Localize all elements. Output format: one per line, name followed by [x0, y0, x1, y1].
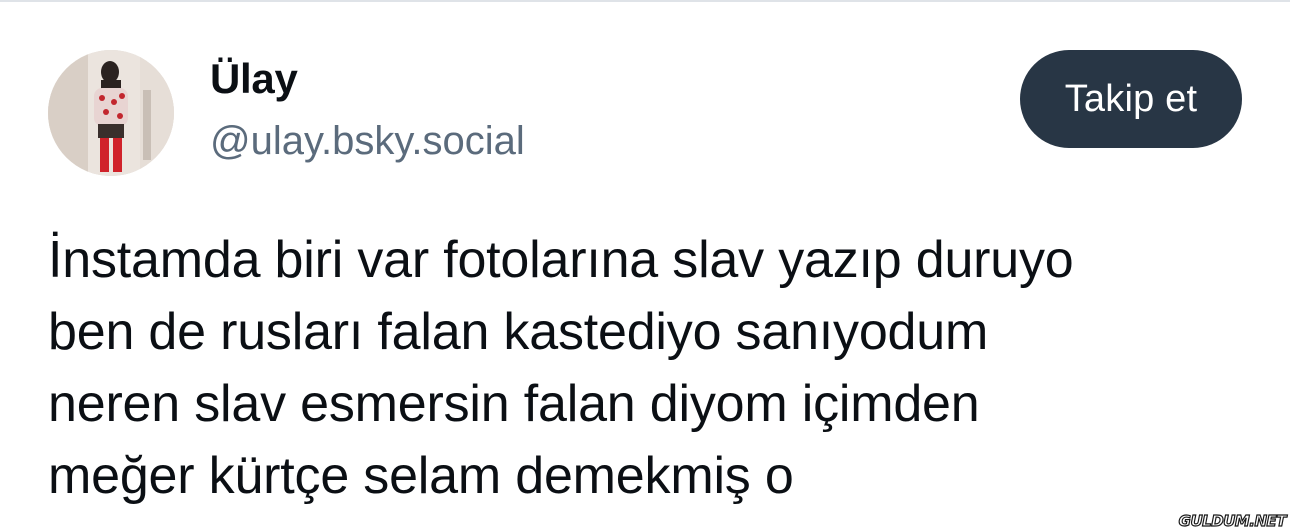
- avatar[interactable]: [48, 50, 174, 176]
- watermark: GULDUM.NET: [1178, 511, 1287, 530]
- post-line: meğer kürtçe selam demekmiş o: [48, 447, 794, 505]
- post-line: İnstamda biri var fotolarına slav yazıp …: [48, 231, 1074, 289]
- post-line: ben de rusları falan kastediyo sanıyodum: [48, 303, 989, 361]
- display-name[interactable]: Ülay: [210, 58, 298, 100]
- post-text: İnstamda biri var fotolarına slav yazıp …: [48, 224, 1248, 512]
- user-handle[interactable]: @ulay.bsky.social: [210, 121, 525, 161]
- profile-photo-icon: [48, 50, 174, 176]
- top-divider: [0, 0, 1290, 2]
- follow-button[interactable]: Takip et: [1020, 50, 1242, 148]
- post-line: neren slav esmersin falan diyom içimden: [48, 375, 980, 433]
